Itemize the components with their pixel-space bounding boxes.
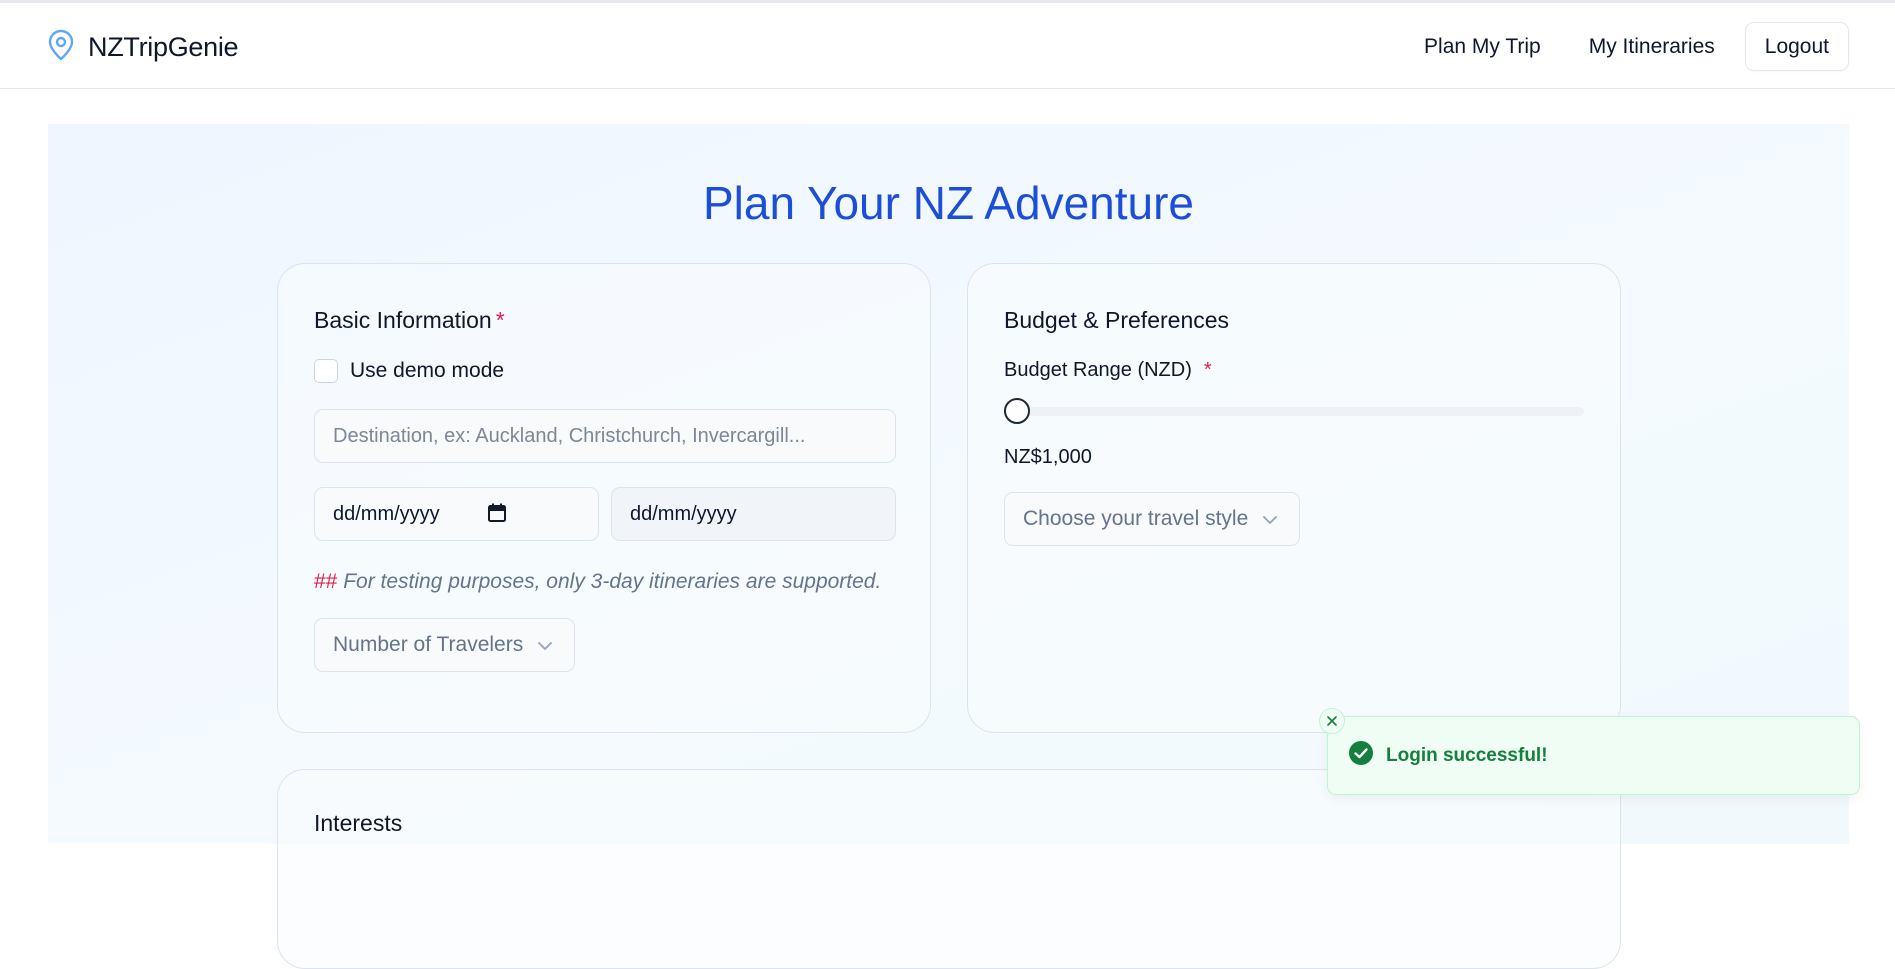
travel-style-select[interactable]: Choose your travel style (1004, 492, 1300, 546)
budget-range-text: Budget Range (NZD) (1004, 359, 1192, 381)
required-asterisk: * (1203, 359, 1212, 381)
interests-card: Interests (277, 769, 1621, 969)
brand-name: NZTripGenie (88, 32, 239, 62)
note-text: For testing purposes, only 3-day itinera… (343, 570, 882, 593)
budget-value: NZ$1,000 (1004, 446, 1092, 468)
toast-message: Login successful! (1386, 744, 1548, 766)
travelers-select[interactable]: Number of Travelers (314, 618, 575, 672)
toast-notification: Login successful! (1319, 708, 1860, 795)
demo-mode-label: Use demo mode (350, 359, 505, 382)
check-circle-icon (1348, 740, 1374, 771)
chevron-down-icon (537, 633, 553, 657)
logout-button[interactable]: Logout (1744, 22, 1849, 71)
nav-plan-my-trip[interactable]: Plan My Trip (1424, 35, 1541, 59)
basic-information-title: Basic Information * (314, 307, 505, 334)
close-icon[interactable] (1319, 708, 1345, 734)
budget-slider-thumb[interactable] (1004, 398, 1030, 424)
end-date-input[interactable]: dd/mm/yyyy (611, 487, 896, 541)
travel-style-placeholder: Choose your travel style (1023, 507, 1249, 530)
basic-information-label: Basic Information (314, 307, 492, 333)
interests-title: Interests (314, 810, 403, 836)
demo-mode-checkbox[interactable] (314, 359, 338, 383)
nav-links: Plan My Trip My Itineraries Logout (1424, 22, 1849, 71)
start-date-input[interactable]: dd/mm/yyyy (314, 487, 599, 541)
note-hash: ## (314, 570, 338, 593)
calendar-icon[interactable] (487, 502, 507, 530)
travelers-placeholder: Number of Travelers (333, 633, 524, 656)
page-title: Plan Your NZ Adventure (703, 177, 1194, 229)
top-nav-bar: NZTripGenie Plan My Trip My Itineraries … (0, 3, 1895, 89)
demo-mode-row[interactable]: Use demo mode (314, 359, 504, 383)
destination-input[interactable]: Destination, ex: Auckland, Christchurch,… (314, 409, 896, 463)
budget-slider-track[interactable] (1004, 407, 1584, 416)
start-date-value: dd/mm/yyyy (333, 502, 440, 525)
budget-range-label: Budget Range (NZD) * (1004, 359, 1212, 382)
brand[interactable]: NZTripGenie (48, 29, 239, 66)
testing-note: ## For testing purposes, only 3-day itin… (314, 570, 881, 594)
nav-my-itineraries[interactable]: My Itineraries (1589, 35, 1715, 59)
budget-preferences-card: Budget & Preferences Budget Range (NZD) *… (967, 263, 1621, 733)
budget-preferences-title: Budget & Preferences (1004, 307, 1230, 333)
map-pin-icon (48, 29, 74, 66)
chevron-down-icon (1262, 507, 1278, 531)
basic-information-card: Basic Information * Use demo mode Destina… (277, 263, 931, 733)
required-asterisk: * (495, 307, 505, 333)
